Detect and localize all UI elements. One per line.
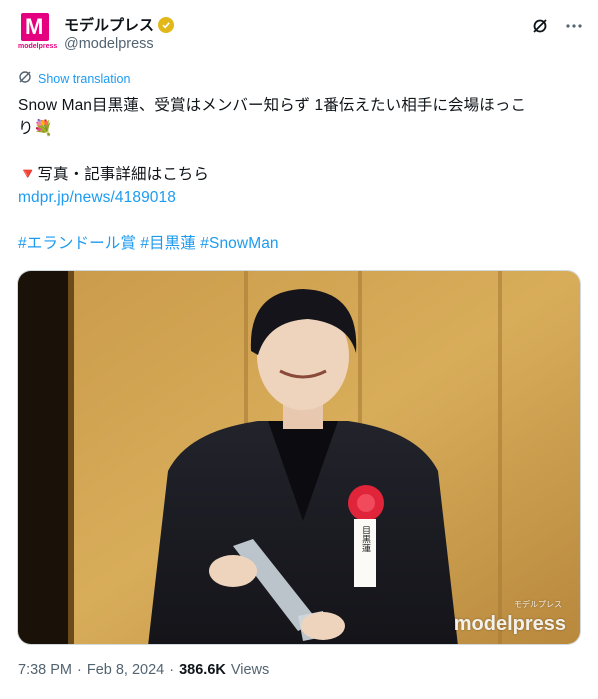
- left-dark-pillar: [18, 271, 68, 644]
- tweet-date[interactable]: Feb 8, 2024: [87, 662, 164, 678]
- photo-illustration: 目黒蓮: [18, 271, 580, 644]
- avatar-wordmark: modelpress: [18, 43, 58, 50]
- show-translation-label: Show translation: [38, 71, 131, 86]
- modelpress-logo: M: [21, 13, 49, 41]
- tweet-text: Snow Man目黒蓮、受賞はメンバー知らず 1番伝えたい相手に会場ほっこ り💐…: [18, 94, 584, 255]
- hashtag-elandor[interactable]: #エランドール賞: [18, 235, 136, 252]
- author-name-line[interactable]: モデルプレス: [64, 14, 175, 35]
- author-handle[interactable]: @modelpress: [64, 36, 154, 52]
- ribbon-text: 目黒蓮: [360, 525, 371, 553]
- meta-separator: ·: [77, 662, 82, 678]
- tweet-actions-top: [530, 16, 584, 36]
- display-name[interactable]: モデルプレス: [64, 14, 154, 35]
- verified-badge-icon: [158, 16, 175, 33]
- tweet-header: M modelpress モデルプレス @modelpress: [18, 8, 584, 56]
- views-count: 386.6K: [179, 662, 226, 678]
- tweet-time[interactable]: 7:38 PM: [18, 662, 72, 678]
- more-options-icon[interactable]: [564, 16, 584, 36]
- hashtag-line: #エランドール賞 #目黒蓮 #SnowMan: [18, 232, 584, 255]
- photo-watermark-small: モデルプレス: [514, 600, 562, 609]
- grok-icon[interactable]: [530, 16, 550, 36]
- tweet-line-1: Snow Man目黒蓮、受賞はメンバー知らず 1番伝えたい相手に会場ほっこ: [18, 97, 527, 114]
- meta-separator: ·: [169, 662, 175, 678]
- avatar[interactable]: M modelpress: [18, 13, 58, 55]
- hashtag-snowman[interactable]: #SnowMan: [200, 235, 278, 252]
- show-translation-button[interactable]: Show translation: [18, 70, 130, 87]
- views-label: Views: [230, 662, 270, 678]
- tweet-line-3: 🔻写真・記事詳細はこちら: [18, 166, 210, 183]
- tweet-meta: 7:38 PM · Feb 8, 2024 · 386.6K Views: [18, 662, 269, 678]
- photo-watermark: modelpress: [453, 613, 566, 635]
- translate-icon: [18, 70, 32, 87]
- article-link[interactable]: mdpr.jp/news/4189018: [18, 186, 584, 209]
- tweet-line-2: り💐: [18, 120, 53, 137]
- tweet-photo[interactable]: 目黒蓮 モデルプレス modelpress: [17, 270, 581, 645]
- hashtag-meguro-ren[interactable]: #目黒蓮: [140, 235, 196, 252]
- tweet-blank-line-2: [18, 209, 584, 232]
